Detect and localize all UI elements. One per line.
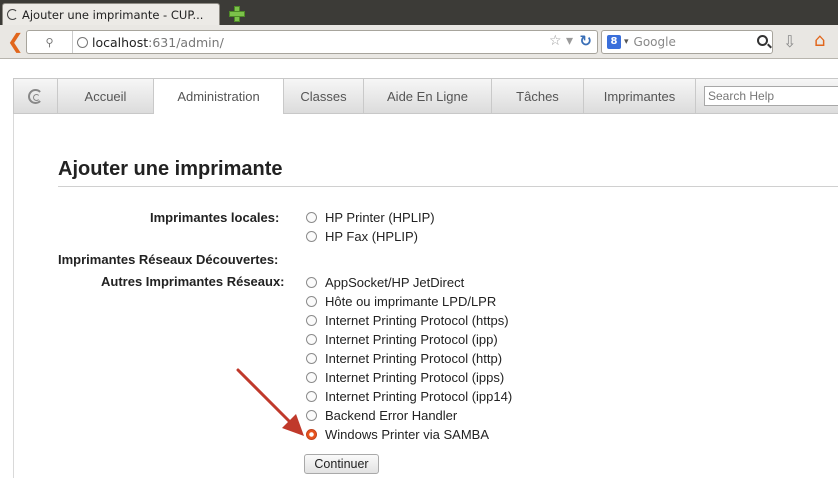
other-printers-label: Autres Imprimantes Réseaux:: [101, 274, 285, 289]
search-help-input[interactable]: Search Help: [704, 86, 838, 106]
url-path: :631/admin/: [148, 34, 224, 50]
tab-title: Ajouter une imprimante - CUP...: [22, 7, 204, 22]
back-arrow-icon[interactable]: ❮: [7, 31, 24, 51]
cups-navigation: Accueil Administration Classes Aide En L…: [13, 78, 838, 114]
tab-accueil[interactable]: Accueil: [58, 79, 154, 113]
new-tab-icon[interactable]: [228, 5, 245, 22]
option-label: Internet Printing Protocol (https): [325, 312, 509, 328]
radio-windows-samba[interactable]: Windows Printer via SAMBA: [306, 425, 489, 443]
discovered-printers-label: Imprimantes Réseaux Découvertes:: [58, 252, 279, 267]
url-host: localhost: [92, 34, 149, 50]
radio-ipp[interactable]: Internet Printing Protocol (ipp): [306, 330, 498, 348]
option-label: Internet Printing Protocol (http): [325, 350, 503, 366]
annotation-arrow-icon: [236, 368, 304, 436]
option-label: Windows Printer via SAMBA: [325, 426, 489, 442]
radio-button[interactable]: [306, 230, 317, 242]
radio-hp-printer[interactable]: HP Printer (HPLIP): [306, 208, 435, 226]
radio-appsocket[interactable]: AppSocket/HP JetDirect: [306, 273, 464, 291]
radio-button[interactable]: [306, 211, 317, 223]
reload-icon[interactable]: ↻: [579, 32, 592, 50]
option-label: Internet Printing Protocol (ipp14): [325, 388, 513, 404]
radio-ipp14[interactable]: Internet Printing Protocol (ipp14): [306, 387, 512, 405]
radio-ipp-http[interactable]: Internet Printing Protocol (http): [306, 349, 502, 367]
radio-ipps[interactable]: Internet Printing Protocol (ipps): [306, 368, 504, 386]
radio-button[interactable]: [306, 352, 317, 364]
tab-taches[interactable]: Tâches: [492, 79, 584, 113]
bookmark-star-icon[interactable]: ☆ ▾: [549, 33, 573, 49]
tab-administration[interactable]: Administration: [154, 79, 284, 114]
chevron-down-icon[interactable]: ▾: [624, 37, 629, 47]
radio-hp-fax[interactable]: HP Fax (HPLIP): [306, 227, 418, 245]
continue-button[interactable]: Continuer: [304, 454, 379, 474]
radio-button[interactable]: [306, 276, 317, 288]
option-label: AppSocket/HP JetDirect: [325, 274, 465, 290]
option-label: HP Printer (HPLIP): [325, 209, 435, 225]
identity-icon[interactable]: ⚲: [27, 31, 73, 53]
option-label: HP Fax (HPLIP): [325, 228, 418, 244]
radio-button[interactable]: [306, 314, 317, 326]
browser-tab-strip: Ajouter une imprimante - CUP...: [0, 0, 838, 25]
radio-lpd-lpr[interactable]: Hôte ou imprimante LPD/LPR: [306, 292, 496, 310]
cups-logo-icon[interactable]: [14, 79, 58, 113]
cups-favicon: [7, 9, 18, 20]
page-title: Ajouter une imprimante: [58, 158, 283, 180]
search-icon[interactable]: [757, 35, 768, 46]
content-border: [13, 114, 14, 478]
local-printers-label: Imprimantes locales:: [150, 210, 280, 225]
globe-icon: [77, 36, 88, 48]
google-icon[interactable]: 8: [607, 35, 621, 49]
tab-aide-en-ligne[interactable]: Aide En Ligne: [364, 79, 492, 113]
browser-navbar: ❮ ⚲ localhost :631/admin/ ☆ ▾ ↻ 8 ▾ Goog…: [0, 25, 838, 59]
url-bar[interactable]: ⚲ localhost :631/admin/ ☆ ▾ ↻: [26, 30, 598, 54]
option-label: Backend Error Handler: [325, 407, 458, 423]
tab-imprimantes[interactable]: Imprimantes: [584, 79, 696, 113]
browser-search-input[interactable]: 8 ▾ Google: [601, 30, 773, 54]
radio-backend-error-handler[interactable]: Backend Error Handler: [306, 406, 457, 424]
tab-classes[interactable]: Classes: [284, 79, 364, 113]
title-divider: [58, 186, 838, 187]
radio-button[interactable]: [306, 295, 317, 307]
browser-tab[interactable]: Ajouter une imprimante - CUP...: [2, 3, 220, 25]
radio-button[interactable]: [306, 333, 317, 345]
option-label: Hôte ou imprimante LPD/LPR: [325, 293, 497, 309]
home-icon[interactable]: ⌂: [814, 32, 825, 50]
option-label: Internet Printing Protocol (ipps): [325, 369, 505, 385]
search-placeholder: Google: [633, 35, 676, 49]
download-icon[interactable]: ⇩: [783, 34, 796, 50]
option-label: Internet Printing Protocol (ipp): [325, 331, 498, 347]
radio-ipp-https[interactable]: Internet Printing Protocol (https): [306, 311, 509, 329]
